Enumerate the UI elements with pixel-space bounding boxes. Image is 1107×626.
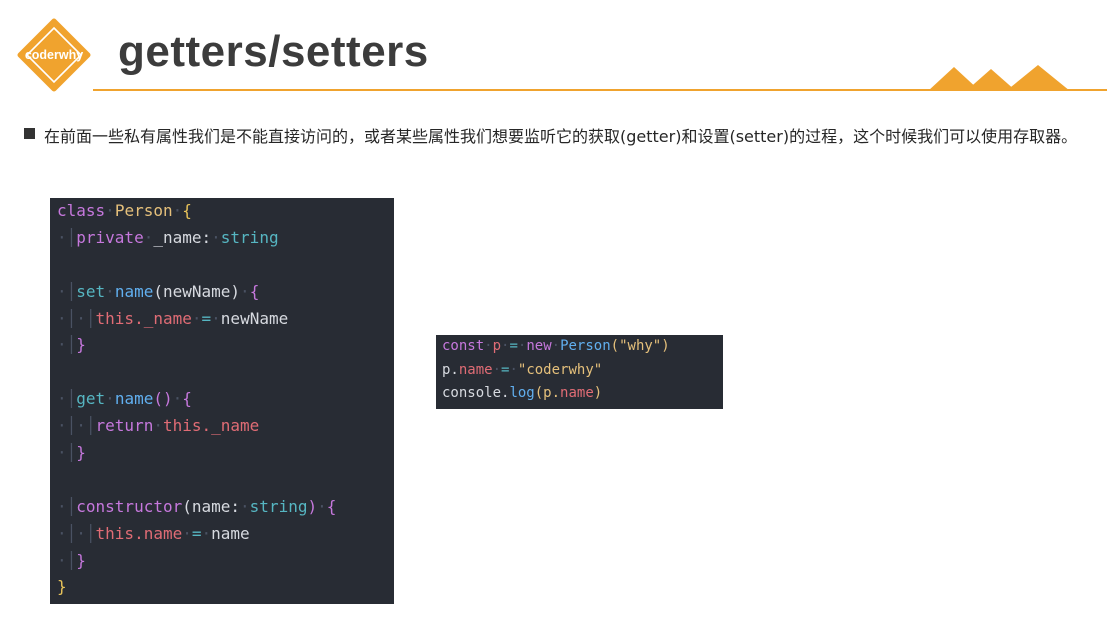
- code-line: ·│·│this._name·=·newName: [57, 308, 289, 328]
- code-line: const·p·=·new·Person("why"): [442, 338, 670, 354]
- code-line: class·Person·{: [57, 201, 192, 220]
- bullet-square-icon: [24, 128, 35, 139]
- code-line: ·│·│this.name·=·name: [57, 523, 250, 543]
- code-block-usage: const·p·=·new·Person("why") p.name·=·"co…: [436, 335, 723, 409]
- description-text: 在前面一些私有属性我们是不能直接访问的，或者某些属性我们想要监听它的获取(get…: [44, 127, 1078, 146]
- code-line: p.name·=·"coderwhy": [442, 361, 603, 378]
- mountain-decoration-icon: [928, 65, 1070, 91]
- code-line: ·│}: [57, 443, 86, 463]
- title-underline: [93, 89, 1107, 91]
- code-line: ·│}: [57, 550, 86, 570]
- code-line: console.log(p.name): [442, 385, 603, 401]
- code-line: ·│get·name()·{: [57, 389, 192, 409]
- coderwhy-logo: coderwhy: [17, 18, 91, 92]
- slide-title: getters/setters: [118, 27, 429, 76]
- code-line: }: [57, 577, 67, 597]
- logo-text: coderwhy: [25, 48, 83, 62]
- code-line: ·│set·name(newName)·{: [57, 281, 260, 301]
- code-block-class: class·Person·{ ·│private·_name:·string ·…: [50, 198, 394, 604]
- code-line: ·│·│return·this._name: [57, 416, 260, 436]
- code-line: ·│private·_name:·string: [57, 227, 279, 247]
- code-line: ·│}: [57, 335, 86, 355]
- code-line: ·│constructor(name:·string)·{: [57, 496, 337, 516]
